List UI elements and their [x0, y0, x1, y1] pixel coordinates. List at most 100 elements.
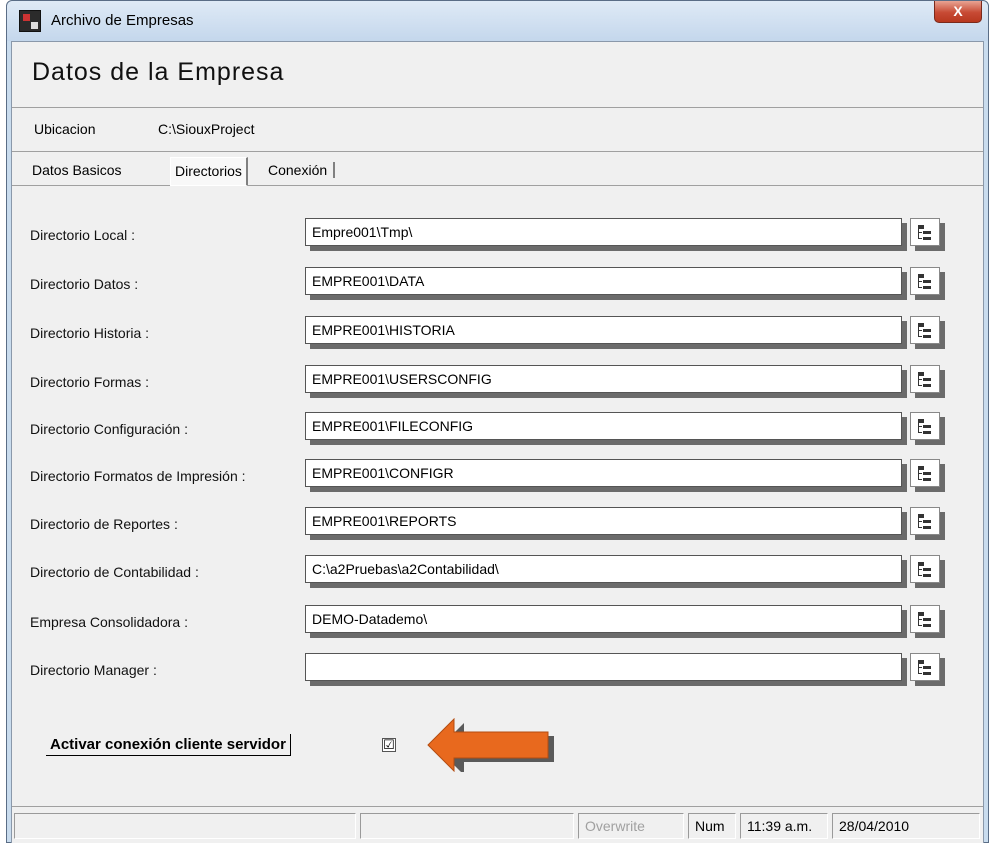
location-label: Ubicacion: [34, 121, 96, 137]
location-value: C:\SiouxProject: [158, 121, 255, 137]
field-row: Directorio Configuración :: [12, 412, 983, 448]
browse-button[interactable]: [910, 412, 940, 440]
tab-datos-basicos[interactable]: Datos Basicos: [28, 162, 125, 178]
field-label: Directorio de Contabilidad :: [30, 564, 199, 580]
empresa-consolidadora-input[interactable]: [305, 605, 902, 633]
tree-icon-part: [918, 336, 922, 337]
page-title: Datos de la Empresa: [32, 58, 285, 86]
browse-button[interactable]: [910, 365, 940, 393]
tree-icon-part: [918, 575, 922, 576]
browse-button[interactable]: [910, 555, 940, 583]
tree-icon-part: [918, 625, 922, 626]
directorio-local-input[interactable]: [305, 218, 902, 246]
browse-button[interactable]: [910, 459, 940, 487]
folder-tree-icon: [916, 272, 934, 290]
folder-tree-icon: [916, 370, 934, 388]
field-row: Directorio Historia :: [12, 316, 983, 352]
tree-icon-part: [918, 238, 922, 239]
tree-icon-part: [918, 667, 922, 668]
status-date: 28/04/2010: [832, 813, 980, 839]
browse-button[interactable]: [910, 605, 940, 633]
status-overwrite: Overwrite: [578, 813, 684, 839]
check-mark-icon: ☑: [383, 737, 395, 752]
tree-icon-part: [923, 624, 931, 627]
tree-icon-part: [918, 287, 922, 288]
field-row: Directorio de Contabilidad :: [12, 555, 983, 591]
field-label: Directorio Local :: [30, 227, 136, 243]
tree-icon-part: [923, 431, 931, 434]
title-bar[interactable]: Archivo de Empresas X: [7, 1, 988, 41]
status-num: Num: [688, 813, 736, 839]
tree-icon-part: [918, 673, 922, 674]
field-label: Directorio Configuración :: [30, 421, 188, 437]
close-button[interactable]: X: [934, 1, 982, 23]
field-label: Directorio Formatos de Impresión :: [30, 468, 246, 484]
tree-icon-part: [918, 385, 922, 386]
tree-icon-part: [923, 378, 931, 381]
directorio-formatos-input[interactable]: [305, 459, 902, 487]
client-server-checkbox[interactable]: ☑: [382, 738, 396, 752]
tab-directorios[interactable]: Directorios: [170, 157, 248, 186]
browse-button[interactable]: [910, 218, 940, 246]
tree-icon-part: [918, 521, 922, 522]
directorio-reportes-input[interactable]: [305, 507, 902, 535]
tree-icon-part: [918, 281, 922, 282]
tree-icon-part: [923, 520, 931, 523]
tree-icon-part: [918, 527, 922, 528]
folder-tree-icon: [916, 464, 934, 482]
field-row: Directorio Datos :: [12, 267, 983, 303]
tab-strip: Datos Basicos Directorios Conexión: [12, 152, 983, 186]
tree-icon-part: [923, 666, 931, 669]
tree-icon-part: [923, 231, 931, 234]
tab-conexion[interactable]: Conexión: [264, 162, 336, 178]
tree-icon-part: [918, 432, 922, 433]
browse-button[interactable]: [910, 507, 940, 535]
status-panel-main: [14, 813, 356, 839]
tree-icon-part: [923, 574, 931, 577]
tree-icon-part: [918, 426, 922, 427]
dialog-body: Datos de la Empresa Ubicacion C:\SiouxPr…: [11, 41, 984, 843]
directorio-manager-input[interactable]: [305, 653, 902, 681]
folder-tree-icon: [916, 417, 934, 435]
tree-icon-part: [923, 472, 931, 475]
status-panel-2: [360, 813, 574, 839]
location-row: Ubicacion C:\SiouxProject: [12, 108, 983, 152]
tree-icon-part: [923, 280, 931, 283]
tree-icon-part: [923, 329, 931, 332]
tree-icon-part: [923, 568, 931, 571]
field-row: Empresa Consolidadora :: [12, 605, 983, 641]
field-row: Directorio Formas :: [12, 365, 983, 401]
client-server-label[interactable]: Activar conexión cliente servidor: [46, 734, 291, 756]
form-header: Datos de la Empresa: [12, 42, 983, 108]
field-label: Empresa Consolidadora :: [30, 614, 188, 630]
folder-tree-icon: [916, 658, 934, 676]
folder-tree-icon: [916, 321, 934, 339]
directorio-formas-input[interactable]: [305, 365, 902, 393]
tree-icon-part: [923, 672, 931, 675]
browse-button[interactable]: [910, 316, 940, 344]
tree-icon-part: [923, 384, 931, 387]
folder-tree-icon: [916, 610, 934, 628]
folder-tree-icon: [916, 512, 934, 530]
status-time: 11:39 a.m.: [740, 813, 828, 839]
directorio-configuracion-input[interactable]: [305, 412, 902, 440]
field-label: Directorio Manager :: [30, 662, 157, 678]
directorio-contabilidad-input[interactable]: [305, 555, 902, 583]
tree-icon-part: [923, 286, 931, 289]
tree-icon-part: [918, 473, 922, 474]
browse-button[interactable]: [910, 653, 940, 681]
tree-icon-part: [918, 330, 922, 331]
tree-icon-part: [923, 237, 931, 240]
folder-tree-icon: [916, 223, 934, 241]
app-icon: [19, 10, 41, 32]
browse-button[interactable]: [910, 267, 940, 295]
status-bar: Overwrite Num 11:39 a.m. 28/04/2010: [12, 806, 983, 843]
field-row: Directorio Formatos de Impresión :: [12, 459, 983, 495]
field-label: Directorio Formas :: [30, 374, 150, 390]
tree-icon-part: [918, 569, 922, 570]
directorio-historia-input[interactable]: [305, 316, 902, 344]
field-label: Directorio Historia :: [30, 325, 150, 341]
tree-icon-part: [923, 425, 931, 428]
tree-icon-part: [923, 618, 931, 621]
directorio-datos-input[interactable]: [305, 267, 902, 295]
